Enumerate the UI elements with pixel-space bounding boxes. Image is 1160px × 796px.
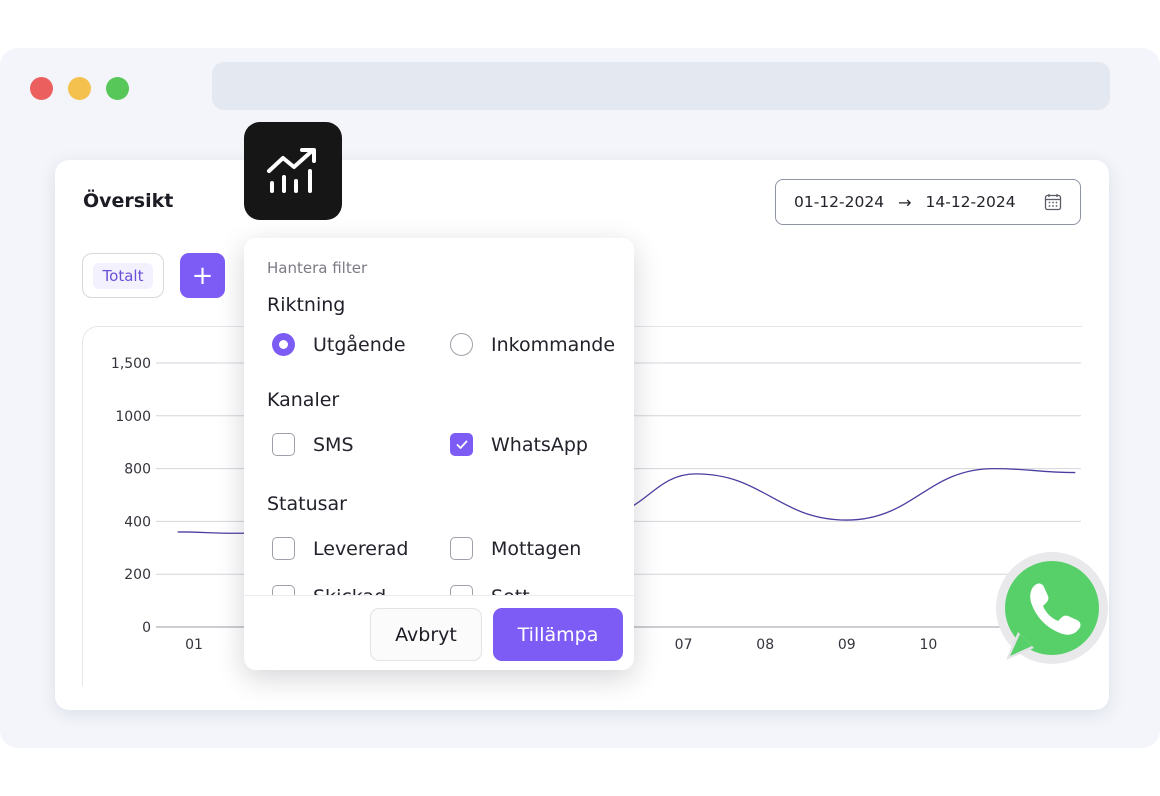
apply-button[interactable]: Tillämpa — [493, 608, 623, 661]
checkbox-received-control[interactable] — [450, 537, 473, 560]
checkbox-sms-control[interactable] — [272, 433, 295, 456]
chart-y-tick-label: 0 — [142, 620, 151, 636]
cancel-button[interactable]: Avbryt — [370, 608, 482, 661]
checkbox-delivered[interactable]: Levererad — [272, 537, 408, 560]
whatsapp-logo-icon — [996, 552, 1108, 664]
checkbox-delivered-label: Levererad — [313, 537, 409, 560]
radio-outgoing-control[interactable] — [272, 333, 295, 356]
chart-x-tick-label: 07 — [675, 637, 693, 653]
filter-popover: Hantera filter Riktning Utgående Inkomma… — [244, 238, 634, 670]
radio-incoming[interactable]: Inkommande — [450, 333, 615, 356]
chart-x-tick-label: 09 — [838, 637, 856, 653]
chart-x-tick-label: 08 — [756, 637, 774, 653]
filter-heading: Hantera filter — [267, 259, 368, 277]
checkbox-whatsapp-label: WhatsApp — [491, 433, 588, 456]
analytics-app-icon — [244, 122, 342, 220]
chart-x-tick-label: 10 — [919, 637, 937, 653]
radio-outgoing-label: Utgående — [313, 333, 406, 356]
radio-incoming-label: Inkommande — [491, 333, 616, 356]
checkbox-received[interactable]: Mottagen — [450, 537, 581, 560]
chart-y-tick-label: 1000 — [115, 409, 151, 425]
chart-y-tick-label: 200 — [124, 567, 151, 583]
channels-title: Kanaler — [267, 389, 340, 411]
checkbox-whatsapp-control[interactable] — [450, 433, 473, 456]
statuses-title: Statusar — [267, 493, 347, 515]
chart-y-tick-label: 800 — [124, 462, 151, 478]
checkbox-delivered-control[interactable] — [272, 537, 295, 560]
chart-x-tick-label: 01 — [185, 637, 203, 653]
chart-y-tick-label: 1,500 — [111, 356, 151, 372]
checkbox-sms-label: SMS — [313, 433, 354, 456]
filter-footer: Avbryt Tillämpa — [244, 595, 634, 670]
trending-up-icon — [267, 148, 316, 193]
checkbox-sms[interactable]: SMS — [272, 433, 354, 456]
checkmark-icon — [456, 440, 467, 449]
chart-y-tick-label: 400 — [124, 514, 151, 530]
radio-incoming-control[interactable] — [450, 333, 473, 356]
checkbox-whatsapp[interactable]: WhatsApp — [450, 433, 588, 456]
checkbox-received-label: Mottagen — [491, 537, 582, 560]
radio-outgoing[interactable]: Utgående — [272, 333, 406, 356]
direction-title: Riktning — [267, 294, 346, 316]
